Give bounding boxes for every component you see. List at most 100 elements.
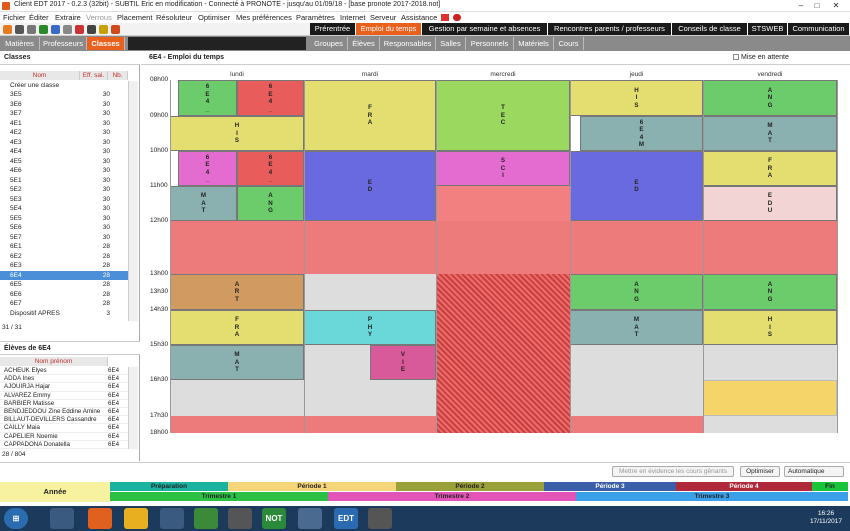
menu-placement[interactable]: Placement (117, 13, 152, 22)
class-row[interactable]: 6E5 28 (0, 280, 128, 289)
settings-icon[interactable] (63, 25, 72, 34)
subtab-matieres[interactable]: Matières (0, 37, 40, 50)
course-cell[interactable]: 6E4M (580, 116, 703, 151)
menu-internet[interactable]: Internet (340, 13, 365, 22)
class-row[interactable]: 6E3 28 (0, 261, 128, 270)
student-row[interactable]: BENDJEDDOU Zine Eddine Amine 6E4 (0, 408, 128, 417)
maximize-button[interactable]: □ (810, 0, 824, 11)
create-class-row[interactable]: Créer une classe (0, 81, 128, 90)
subtab-classes[interactable]: Classes (87, 37, 125, 50)
course-cell[interactable]: EDU (703, 186, 837, 221)
firefox-icon[interactable] (88, 508, 112, 529)
trimestre1-label[interactable]: Trimestre 1 (110, 492, 328, 501)
class-row[interactable]: 5E7 30 (0, 233, 128, 242)
student-row[interactable]: ADDA Ines 6E4 (0, 375, 128, 384)
class-row[interactable]: 3E5 30 (0, 90, 128, 99)
start-icon[interactable]: ⊞ (4, 508, 28, 529)
class-pager[interactable]: 31 / 31 (2, 324, 22, 331)
course-cell[interactable]: ANG (703, 274, 837, 310)
course-cell[interactable]: VIE (370, 345, 436, 380)
optimiser-button[interactable]: Optimiser (740, 466, 780, 477)
flame-icon[interactable] (111, 25, 120, 34)
class-row[interactable]: 6E1 28 (0, 242, 128, 251)
col-nom[interactable]: Nom (0, 71, 80, 80)
lock-icon[interactable] (3, 25, 12, 34)
close-button[interactable]: ✕ (826, 0, 846, 11)
course-cell[interactable]: HIS (570, 80, 703, 116)
course-cell[interactable]: FRA (703, 151, 837, 186)
class-row[interactable]: 6E4 28 (0, 270, 128, 280)
subtab-responsables[interactable]: Responsables (380, 37, 436, 50)
menu-editer[interactable]: Éditer (29, 13, 49, 22)
col-eff[interactable]: Eff. sai. (80, 71, 108, 80)
class-row[interactable]: 4E3 30 (0, 138, 128, 147)
class-row[interactable]: 4E4 30 (0, 147, 128, 156)
app-icon-2[interactable] (160, 508, 184, 529)
class-scrollbar[interactable] (128, 81, 138, 321)
student-row[interactable]: AJOUIRJA Hajar 6E4 (0, 383, 128, 392)
course-cell[interactable]: 6 E 4 _ (237, 151, 304, 186)
app-icon-3[interactable] (228, 508, 252, 529)
menu-parametres[interactable]: Paramètres (296, 13, 335, 22)
alert-icon[interactable] (75, 25, 84, 34)
course-cell[interactable]: 6 E 4 _ (178, 80, 237, 116)
course-cell[interactable]: ANG (570, 274, 703, 310)
subtab-professeurs[interactable]: Professeurs (40, 37, 87, 50)
class-row[interactable]: 5E1 30 (0, 176, 128, 185)
star-icon[interactable] (99, 25, 108, 34)
class-row[interactable]: 4E2 30 (0, 128, 128, 137)
course-cell[interactable]: MAT (570, 310, 703, 345)
course-cell[interactable]: PHY (304, 310, 436, 345)
col-nom-prenom[interactable]: Nom prénom (0, 357, 108, 366)
class-row[interactable]: 5E6 30 (0, 223, 128, 232)
subtab-materiels[interactable]: Matériels (514, 37, 554, 50)
folder-icon[interactable] (124, 508, 148, 529)
class-row[interactable]: Dispositif APRES 3 (0, 309, 128, 318)
course-cell[interactable]: HIS (703, 310, 837, 345)
class-row[interactable]: 3E7 30 (0, 109, 128, 118)
mettre-evidence-button[interactable]: Mettre en évidence les cours gênants (612, 466, 734, 477)
search-icon[interactable] (51, 25, 60, 34)
course-cell[interactable]: MAT (170, 345, 304, 380)
periode4-label[interactable]: Période 4 (676, 482, 812, 491)
menu-assistance[interactable]: Assistance (401, 13, 437, 22)
fin-label[interactable]: Fin (812, 482, 848, 491)
student-pager[interactable]: 28 / 804 (2, 451, 26, 458)
menu-extraire[interactable]: Extraire (55, 13, 81, 22)
course-cell[interactable]: MAT (170, 186, 237, 221)
course-cell[interactable]: ED (304, 151, 436, 221)
class-row[interactable]: 6E7 28 (0, 299, 128, 308)
menu-fichier[interactable]: Fichier (3, 13, 26, 22)
tab-rencontres[interactable]: Rencontres parents / professeurs (548, 23, 672, 35)
course-cell[interactable]: FRA (170, 310, 304, 345)
class-row[interactable]: 3E6 30 (0, 100, 128, 109)
trimestre3-label[interactable]: Trimestre 3 (576, 492, 848, 501)
edt-icon[interactable]: EDT (334, 508, 358, 529)
class-row[interactable]: 4E6 30 (0, 166, 128, 175)
pronote-not-icon[interactable]: NOT (262, 508, 286, 529)
annee-label[interactable]: Année (0, 482, 110, 502)
tab-communication[interactable]: Communication (788, 23, 850, 35)
subtab-groupes[interactable]: Groupes (310, 37, 348, 50)
student-row[interactable]: CAILLY Maia 6E4 (0, 424, 128, 433)
student-row[interactable]: CAPELIER Noemie 6E4 (0, 433, 128, 441)
subtab-salles[interactable]: Salles (436, 37, 466, 50)
student-row[interactable]: CAPPADONA Donatella 6E4 (0, 441, 128, 449)
print-icon[interactable] (15, 25, 24, 34)
course-cell[interactable]: HIS (170, 116, 304, 151)
trimestre2-label[interactable]: Trimestre 2 (328, 492, 576, 501)
tab-conseils[interactable]: Conseils de classe (672, 23, 748, 35)
course-cell[interactable]: TEC (436, 80, 570, 151)
course-cell[interactable]: SCI (436, 151, 570, 186)
class-row[interactable]: 6E6 28 (0, 290, 128, 299)
tab-stsweb[interactable]: STSWEB (748, 23, 788, 35)
class-row[interactable]: 4E1 30 (0, 119, 128, 128)
export-icon[interactable] (39, 25, 48, 34)
student-row[interactable]: ALVAREZ Emmy 6E4 (0, 392, 128, 400)
mode-select[interactable]: Automatique (784, 466, 844, 477)
menu-mes-preferences[interactable]: Mes préférences (236, 13, 292, 22)
tab-emploi-du-temps[interactable]: Emploi du temps (356, 23, 422, 35)
subtab-personnels[interactable]: Personnels (466, 37, 514, 50)
student-row[interactable]: BARBIER Matisse 6E4 (0, 400, 128, 408)
class-row[interactable]: 6E2 28 (0, 252, 128, 261)
